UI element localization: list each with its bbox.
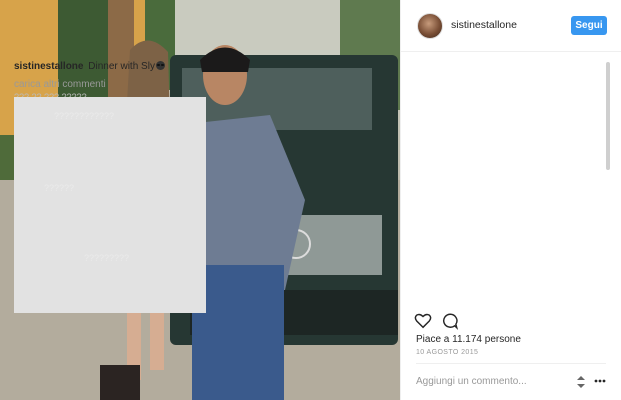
more-options-icon[interactable] <box>594 377 606 385</box>
caption-text: Dinner with Sly <box>88 61 155 72</box>
avatar[interactable] <box>417 13 443 39</box>
redacted-text: ???????????? <box>54 111 115 121</box>
load-more-comments-link[interactable]: carica altri commenti <box>14 79 210 90</box>
post-date[interactable]: 10 AGOSTO 2015 <box>416 349 478 356</box>
heart-icon[interactable] <box>414 312 432 330</box>
divider <box>416 363 606 364</box>
redacted-text: ????????? <box>84 253 130 263</box>
post-header: sistinestallone Segui <box>401 0 621 52</box>
likes-count[interactable]: Piace a 11.174 persone <box>416 334 521 345</box>
redacted-text: ?????? <box>44 183 75 193</box>
caption: sistinestallone Dinner with Sly <box>14 60 210 74</box>
comment-bubble-icon[interactable] <box>441 312 459 330</box>
comment-input[interactable] <box>416 373 566 389</box>
woman-boots <box>100 365 140 400</box>
caption-username[interactable]: sistinestallone <box>14 61 83 72</box>
follow-button[interactable]: Segui <box>571 16 607 35</box>
sunglasses-emoji-icon <box>155 61 165 70</box>
redacted-comments-overlay: ???????????? ?????? ????????? <box>14 97 206 313</box>
header-username[interactable]: sistinestallone <box>451 19 517 31</box>
comments-scrollbar[interactable] <box>606 62 610 170</box>
post-actions <box>414 312 614 330</box>
up-down-arrows-icon[interactable] <box>576 376 586 388</box>
